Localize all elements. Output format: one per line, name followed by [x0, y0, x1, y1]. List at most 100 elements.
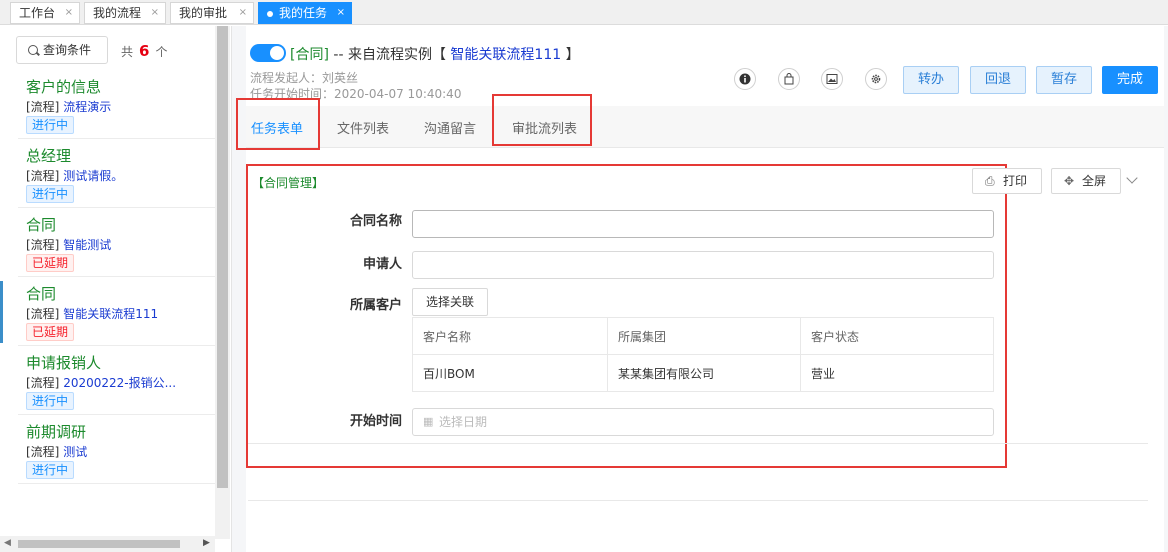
vertical-scrollbar[interactable]	[215, 26, 230, 539]
move-icon: ✥	[1064, 174, 1075, 188]
table-header-row: 客户名称 所属集团 客户状态	[412, 317, 994, 355]
flow-name: 智能关联流程111	[63, 307, 159, 321]
close-icon[interactable]: ×	[239, 3, 247, 23]
close-icon[interactable]: ×	[151, 3, 159, 23]
top-tab-label: 我的任务	[279, 6, 328, 20]
task-flow: [流程] 智能测试	[26, 236, 211, 253]
active-dot-icon	[267, 11, 273, 17]
task-title: 客户的信息	[26, 78, 102, 96]
top-tab-my-approval[interactable]: 我的审批 ×	[170, 2, 254, 24]
save-draft-button[interactable]: 暂存	[1036, 66, 1093, 94]
customer-label: 所属客户	[349, 298, 402, 313]
list-item[interactable]: 申请报销人 [流程] 20200222-报销公... 进行中	[18, 346, 215, 415]
total-count: 共6个	[121, 42, 167, 60]
column-header: 客户名称	[412, 317, 608, 355]
highlight-box-approval-list	[492, 94, 592, 146]
top-tab-my-process[interactable]: 我的流程 ×	[84, 2, 166, 24]
scroll-left-icon[interactable]: ◀	[4, 538, 11, 548]
top-tab-label: 我的流程	[93, 6, 142, 20]
process-instance-link[interactable]: 智能关联流程111	[450, 47, 561, 63]
toggle-switch[interactable]	[250, 44, 286, 62]
status-badge: 进行中	[26, 461, 75, 479]
task-flow: [流程] 测试	[26, 443, 211, 460]
scrollbar-thumb[interactable]	[217, 26, 228, 488]
status-badge: 已延期	[26, 323, 75, 341]
scroll-right-icon[interactable]: ▶	[203, 538, 210, 548]
status-badge: 进行中	[26, 392, 75, 410]
task-flow: [流程] 智能关联流程111	[26, 305, 211, 322]
table-cell: 营业	[800, 354, 994, 392]
tab-file-list[interactable]: 文件列表	[337, 118, 389, 137]
contract-name-input[interactable]	[412, 210, 994, 238]
flow-name: 测试请假。	[63, 169, 124, 183]
flow-prefix: [流程]	[26, 376, 60, 390]
main-area: [合同] -- 来自流程实例【 智能关联流程111 】 流程发起人：刘英丝 任务…	[232, 26, 1168, 552]
total-suffix: 个	[155, 45, 168, 59]
flow-prefix: [流程]	[26, 307, 60, 321]
highlight-box-task-form	[236, 98, 320, 150]
list-item[interactable]: 客户的信息 [流程] 流程演示 进行中	[18, 70, 215, 139]
bag-icon[interactable]	[778, 68, 800, 90]
date-placeholder: 选择日期	[439, 415, 488, 429]
query-conditions-button[interactable]: 查询条件	[16, 36, 108, 64]
fullscreen-label: 全屏	[1082, 174, 1107, 188]
return-button[interactable]: 回退	[970, 66, 1027, 94]
task-title: 前期调研	[26, 423, 87, 441]
print-button[interactable]: ⎙ 打印	[972, 168, 1042, 194]
initiator-text: 流程发起人：刘英丝	[250, 71, 359, 85]
list-item[interactable]: 前期调研 [流程] 测试 进行中	[18, 415, 215, 484]
table-row[interactable]: 百川BOM 某某集团有限公司 营业	[412, 354, 994, 392]
table-cell: 百川BOM	[412, 354, 608, 392]
column-header: 所属集团	[607, 317, 801, 355]
top-tab-my-task[interactable]: 我的任务 ×	[258, 2, 352, 24]
divider	[248, 443, 1148, 444]
task-detail-panel: [合同] -- 来自流程实例【 智能关联流程111 】 流程发起人：刘英丝 任务…	[236, 26, 1164, 552]
start-time-label: 开始时间	[349, 414, 402, 429]
start-date-picker[interactable]: ▦ 选择日期	[412, 408, 994, 436]
close-icon[interactable]: ×	[337, 3, 345, 23]
header-tag: [合同]	[290, 47, 329, 63]
search-icon	[28, 45, 38, 55]
flow-prefix: [流程]	[26, 169, 60, 183]
horizontal-scrollbar[interactable]: ◀ ▶	[0, 536, 215, 552]
total-number: 6	[139, 42, 150, 60]
contract-name-label: 合同名称	[349, 214, 402, 229]
select-association-button[interactable]: 选择关联	[412, 288, 489, 316]
transfer-button[interactable]: 转办	[903, 66, 960, 94]
list-item-selected[interactable]: 合同 [流程] 智能关联流程111 已延期	[0, 277, 215, 346]
task-flow: [流程] 流程演示	[26, 98, 211, 115]
task-title: 申请报销人	[26, 354, 102, 372]
divider	[248, 500, 1148, 501]
detail-tabs: 任务表单 文件列表 沟通留言 审批流列表	[246, 106, 1164, 148]
tab-communication[interactable]: 沟通留言	[424, 118, 476, 137]
complete-button[interactable]: 完成	[1102, 66, 1159, 94]
section-title: 【合同管理】	[252, 176, 325, 190]
total-prefix: 共	[121, 45, 134, 59]
query-button-label: 查询条件	[43, 43, 92, 57]
flow-name: 智能测试	[63, 238, 112, 252]
close-icon[interactable]: ×	[65, 3, 73, 23]
fullscreen-button[interactable]: ✥ 全屏	[1051, 168, 1121, 194]
image-icon[interactable]	[821, 68, 843, 90]
scrollbar-thumb[interactable]	[18, 540, 180, 548]
applicant-input[interactable]	[412, 251, 994, 279]
top-tab-label: 我的审批	[179, 6, 228, 20]
task-list: 客户的信息 [流程] 流程演示 进行中 总经理 [流程] 测试请假。 进行中 合…	[0, 70, 215, 484]
info-icon[interactable]	[734, 68, 756, 90]
task-flow: [流程] 测试请假。	[26, 167, 211, 184]
list-item[interactable]: 合同 [流程] 智能测试 已延期	[18, 208, 215, 277]
task-header-title: [合同] -- 来自流程实例【 智能关联流程111 】	[290, 44, 580, 64]
chevron-down-icon[interactable]	[1126, 172, 1138, 184]
list-item[interactable]: 总经理 [流程] 测试请假。 进行中	[18, 139, 215, 208]
flow-name: 测试	[63, 445, 88, 459]
applicant-label: 申请人	[362, 257, 402, 272]
print-icon: ⎙	[985, 174, 995, 188]
top-tab-workbench[interactable]: 工作台 ×	[10, 2, 80, 24]
column-header: 客户状态	[800, 317, 994, 355]
gear-icon[interactable]	[865, 68, 887, 90]
calendar-icon: ▦	[423, 415, 434, 428]
customer-table: 客户名称 所属集团 客户状态 百川BOM 某某集团有限公司 营业	[412, 317, 994, 392]
status-badge: 进行中	[26, 116, 75, 134]
flow-name: 20200222-报销公...	[63, 376, 177, 390]
task-title: 总经理	[26, 147, 72, 165]
